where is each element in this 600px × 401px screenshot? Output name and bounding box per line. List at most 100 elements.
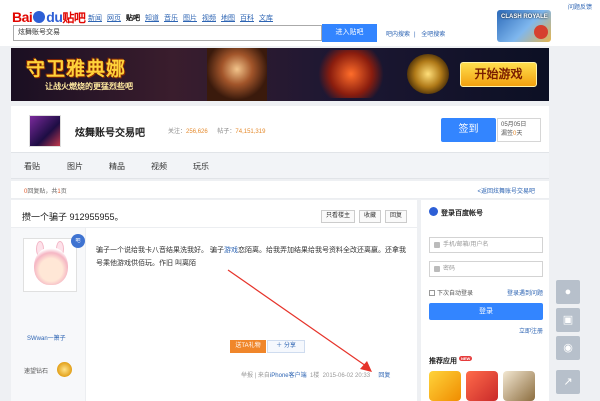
login-title: 登录百度帐号 <box>429 207 483 218</box>
footer-reply-link[interactable]: 回复 <box>378 373 390 379</box>
logo-tieba-text: 贴吧 <box>62 11 86 25</box>
author-name[interactable]: SWwan一箫子 <box>27 333 66 342</box>
nav-tieba[interactable]: 贴吧 <box>126 13 140 23</box>
nav-web[interactable]: 网页 <box>107 13 121 23</box>
ad-character-icon <box>534 25 548 39</box>
remember-me[interactable]: 下次自动登录 <box>429 288 473 297</box>
tab-posts[interactable]: 看贴 <box>24 161 40 172</box>
new-badge: NEW <box>458 356 473 361</box>
login-problem-link[interactable]: 登录遇到问题 <box>507 288 543 297</box>
paw-icon <box>429 207 438 216</box>
share-button[interactable]: ＋ 分享 <box>267 340 305 353</box>
location-icon[interactable]: ● <box>556 280 580 304</box>
sign-date: 05月05日 <box>501 122 527 128</box>
post-title: 攒一个骗子 912955955。 <box>22 212 124 222</box>
start-game-button[interactable]: 开始游戏 <box>460 62 537 87</box>
diamond-level-icon <box>57 362 72 377</box>
nav-news[interactable]: 新闻 <box>88 13 102 23</box>
search-all-link[interactable]: 全吧搜索 <box>421 32 445 38</box>
clash-royale-ad[interactable]: CLASH ROYALE <box>497 10 551 42</box>
recommended-apps <box>429 371 535 401</box>
logo-du-text: du <box>46 9 63 25</box>
login-sidebar: 登录百度帐号 手机/邮箱/用户名 密码 下次自动登录 登录遇到问题 登录 立即注… <box>421 200 549 401</box>
author-panel: 吧 SWwan一箫子 速望钻石 <box>11 228 86 401</box>
tab-fun[interactable]: 玩乐 <box>193 161 209 172</box>
tab-videos[interactable]: 视频 <box>151 161 167 172</box>
only-op-button[interactable]: 只看楼主 <box>321 210 355 223</box>
from-label: 来自 <box>257 373 270 379</box>
forum-stats: 关注：256,626 帖子：74,151,319 <box>168 126 273 135</box>
post-footer: 举报 | 来自iPhone客户端 1楼 2015-06-02 20:33 回复 <box>241 373 391 379</box>
back-to-forum-link[interactable]: <返回炫舞账号交易吧 <box>477 186 535 195</box>
post-content: 骗子一个说给我卡八音结果洗我好。 骗子游戏恋陌离。给我弄加结果给我号资料全改还离… <box>96 244 406 270</box>
sign-rank: 漏签0天 <box>501 131 523 137</box>
post-text-part1: 骗子一个说给我卡八音结果洗我好。 骗子 <box>96 247 224 254</box>
posts-count: 74,151,319 <box>235 129 266 135</box>
baidu-tieba-logo[interactable]: Bai du贴吧 <box>12 9 86 26</box>
post-title-bar: 攒一个骗子 912955955。 只看楼主 收藏 回复 <box>11 200 417 228</box>
bunny-face <box>34 247 68 285</box>
post-container: 攒一个骗子 912955955。 只看楼主 收藏 回复 吧 SWwan一箫子 速… <box>11 200 417 401</box>
reply-button[interactable]: 回复 <box>385 210 407 223</box>
banner-title: 守卫雅典娜 <box>26 58 127 80</box>
client-link[interactable]: iPhone客户端 <box>270 373 307 379</box>
nav-wenku[interactable]: 文库 <box>259 13 273 23</box>
search-links: 吧内搜索 | 全吧搜索 <box>386 32 446 38</box>
lock-icon <box>434 266 440 272</box>
user-icon <box>434 242 440 248</box>
share-icon[interactable]: ↗ <box>556 370 580 394</box>
banner-subtitle: 让战火燃烧的更猛烈些吧 <box>45 82 133 91</box>
login-button[interactable]: 登录 <box>429 303 543 320</box>
author-level: 速望钻石 <box>24 369 49 375</box>
sign-in-button[interactable]: 签到 <box>441 118 496 142</box>
nav-music[interactable]: 音乐 <box>164 13 178 23</box>
tab-featured[interactable]: 精品 <box>109 161 125 172</box>
password-field[interactable]: 密码 <box>429 261 543 277</box>
favorite-button[interactable]: 收藏 <box>359 210 381 223</box>
forum-title[interactable]: 炫舞账号交易吧 <box>75 124 145 139</box>
plus-icon: ＋ <box>276 343 284 349</box>
feedback-link[interactable]: 问题反馈 <box>568 2 592 11</box>
username-field[interactable]: 手机/邮箱/用户名 <box>429 237 543 253</box>
forum-tabs: 看贴 图片 精品 视频 玩乐 <box>11 152 549 179</box>
bear-icon[interactable]: ◉ <box>556 336 580 360</box>
nav-zhidao[interactable]: 知道 <box>145 13 159 23</box>
logo-bai-text: Bai <box>12 9 33 25</box>
posts-label: 帖子： <box>217 129 236 135</box>
app-icon-1[interactable] <box>429 371 461 401</box>
nav-map[interactable]: 地图 <box>221 13 235 23</box>
game-link[interactable]: 游戏 <box>224 247 238 254</box>
nav-video[interactable]: 视频 <box>202 13 216 23</box>
floor-number: 1楼 <box>309 373 320 379</box>
member-badge-icon: 吧 <box>71 234 85 248</box>
tab-images[interactable]: 图片 <box>67 161 83 172</box>
thread-info-bar: 0回复贴，共1页 <返回炫舞账号交易吧 <box>11 181 549 199</box>
top-header: Bai du贴吧 新闻 网页 贴吧 知道 音乐 图片 视频 地图 百科 文库 炫舞… <box>0 0 600 46</box>
members-count: 256,626 <box>186 129 208 135</box>
enter-tieba-button[interactable]: 进入贴吧 <box>322 24 377 42</box>
shop-icon[interactable]: ▣ <box>556 308 580 332</box>
register-link[interactable]: 立即注册 <box>519 326 543 335</box>
post-time: 2015-06-02 20:33 <box>322 373 371 379</box>
app-icon-3[interactable] <box>503 371 535 401</box>
ad-game-title: CLASH ROYALE <box>501 14 548 20</box>
send-gift-button[interactable]: 送TA礼物 <box>230 340 266 353</box>
sign-date-box: 05月05日 漏签0天 <box>497 118 541 142</box>
members-label: 关注： <box>168 129 187 135</box>
forum-avatar[interactable] <box>29 115 61 147</box>
search-in-forum-link[interactable]: 吧内搜索 <box>386 32 410 38</box>
fire-effect-image <box>311 50 391 98</box>
game-banner-ad[interactable]: 守卫雅典娜 让战火燃烧的更猛烈些吧 开始游戏 <box>11 48 549 101</box>
report-link[interactable]: 举报 <box>241 373 253 379</box>
top-nav: 新闻 网页 贴吧 知道 音乐 图片 视频 地图 百科 文库 <box>88 13 278 23</box>
remember-checkbox[interactable] <box>429 290 435 296</box>
share-label: 分享 <box>283 343 296 349</box>
search-input[interactable]: 炫舞账号交易 <box>13 25 322 41</box>
recommended-apps-title: 推荐应用 NEW <box>429 356 473 365</box>
nav-images[interactable]: 图片 <box>183 13 197 23</box>
app-icon-2[interactable] <box>466 371 498 401</box>
avatar[interactable] <box>23 238 77 292</box>
forum-header: 炫舞账号交易吧 关注：256,626 帖子：74,151,319 签到 05月0… <box>11 106 549 152</box>
nav-baike[interactable]: 百科 <box>240 13 254 23</box>
reply-page-info: 0回复贴，共1页 <box>24 189 67 195</box>
